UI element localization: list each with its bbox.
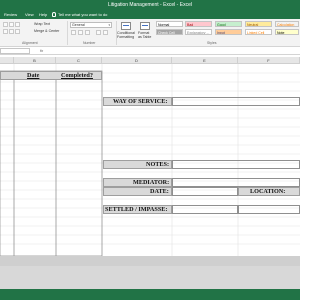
lightbulb-icon [52,12,56,17]
increase-decimal-button[interactable] [96,30,101,35]
style-normal[interactable]: Normal [156,21,183,27]
percent-button[interactable] [78,30,83,35]
column-header-f[interactable]: F [238,57,300,64]
date-label: DATE: [150,188,169,195]
alignment-group-label: Alignment [22,41,38,45]
column-header-d[interactable]: D [102,57,172,64]
style-note[interactable]: Note [275,29,299,35]
way-of-service-input[interactable] [172,97,300,106]
formula-bar: fx [0,47,300,55]
style-input[interactable]: Input [215,29,242,35]
column-header-c[interactable]: C [56,57,102,64]
align-middle-button[interactable] [9,22,14,27]
align-left-button[interactable] [3,29,8,34]
mediator-input[interactable] [172,178,300,187]
chevron-down-icon: ▾ [108,23,110,27]
column-header-b[interactable]: B [14,57,56,64]
date-header: Date [27,72,40,79]
style-calculation[interactable]: Calculation [275,21,299,27]
notes-label: NOTES: [146,161,170,168]
settled-impasse-label: SETTLED / IMPASSE: [105,206,168,213]
align-right-button[interactable] [15,29,20,34]
fx-icon[interactable]: fx [40,47,43,55]
way-of-service-label: WAY OF SERVICE: [113,98,168,105]
decrease-decimal-button[interactable] [103,30,108,35]
conditional-formatting-icon[interactable] [121,22,131,30]
tell-me-search[interactable]: Tell me what you want to do [58,11,107,18]
name-box[interactable] [0,48,30,54]
conditional-formatting-button[interactable]: Conditional Formatting [117,31,137,39]
notes-input[interactable] [172,160,300,169]
align-bottom-button[interactable] [15,22,20,27]
style-linked-cell[interactable]: Linked Cell [245,29,272,35]
number-group-label: Number [83,41,96,45]
tab-review[interactable]: Review [4,11,17,18]
number-format-select[interactable]: General ▾ [70,22,112,28]
styles-group-label: Styles [207,41,217,45]
completed-header: Completed? [61,72,93,79]
column-header-e[interactable]: E [172,57,238,64]
number-format-value: General [72,23,85,27]
style-check-cell[interactable]: Check Cell [156,29,183,35]
settled-impasse-extra-input[interactable] [238,205,300,214]
ribbon: Wrap Text Merge & Center Alignment Gener… [0,19,300,47]
currency-button[interactable] [71,30,76,35]
style-explanatory[interactable]: Explanatory ... [185,29,212,35]
ribbon-tabs: Review View Help Tell me what you want t… [0,10,300,19]
ribbon-separator [67,21,68,45]
window-title: Litigation Management - Excel - Excel [108,2,192,8]
align-top-button[interactable] [3,22,8,27]
format-as-table-button[interactable]: Format as Table [138,31,154,39]
date-input[interactable] [172,187,238,196]
sheet-tabs-bar [0,266,300,289]
status-bar [0,289,300,300]
comma-button[interactable] [85,30,90,35]
tab-view[interactable]: View [25,11,34,18]
title-bar: Litigation Management - Excel - Excel [0,0,300,10]
format-as-table-icon[interactable] [140,22,150,30]
worksheet-grid[interactable]: Date Completed? WAY OF SERVICE: NOTES: M… [0,64,300,256]
select-all-corner[interactable] [0,57,14,64]
settled-impasse-input[interactable] [172,205,238,214]
style-good[interactable]: Good [215,21,242,27]
tab-help[interactable]: Help [39,11,47,18]
style-bad[interactable]: Bad [185,21,212,27]
style-neutral[interactable]: Neutral [245,21,272,27]
wrap-text-button[interactable]: Wrap Text [34,22,50,27]
align-center-button[interactable] [9,29,14,34]
merge-center-button[interactable]: Merge & Center [34,29,59,34]
mediator-label: MEDIATOR: [133,179,170,186]
horizontal-scroll-area[interactable] [0,256,300,266]
location-label: LOCATION: [250,188,286,195]
